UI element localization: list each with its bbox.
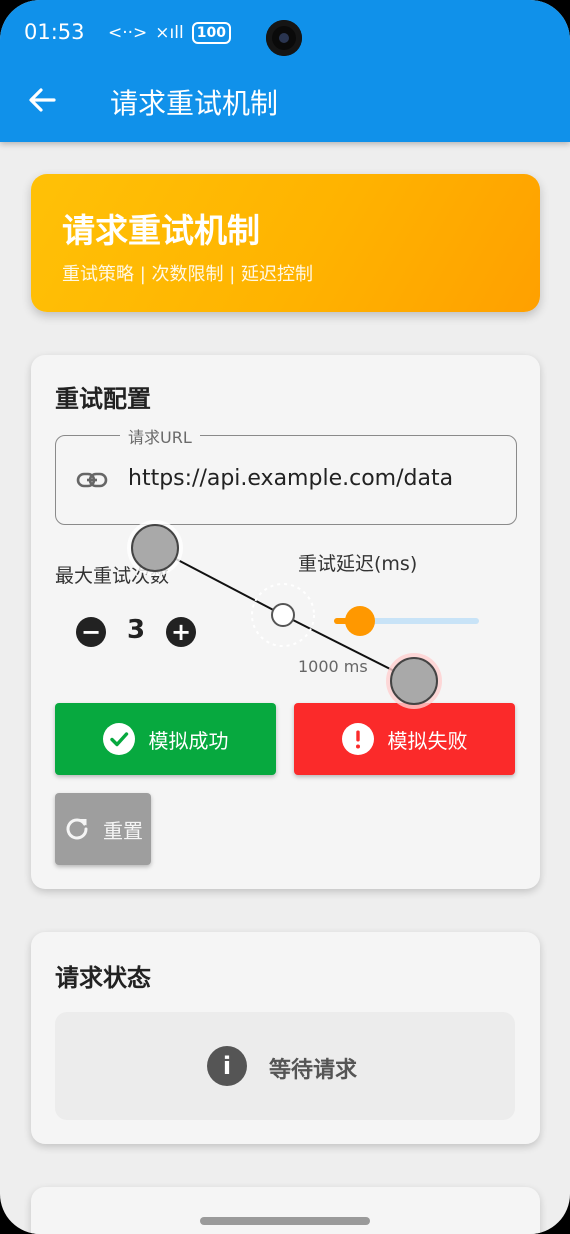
gesture-center-dot xyxy=(271,603,295,627)
touch-point-1 xyxy=(131,524,179,572)
touch-point-2 xyxy=(390,657,438,705)
gesture-overlay xyxy=(127,520,442,709)
home-indicator[interactable] xyxy=(200,1217,370,1225)
phone-screen: 01:53 <··> ×ıll 100 请求重试机制 请求重试机制 重试策略 |… xyxy=(0,0,570,1234)
